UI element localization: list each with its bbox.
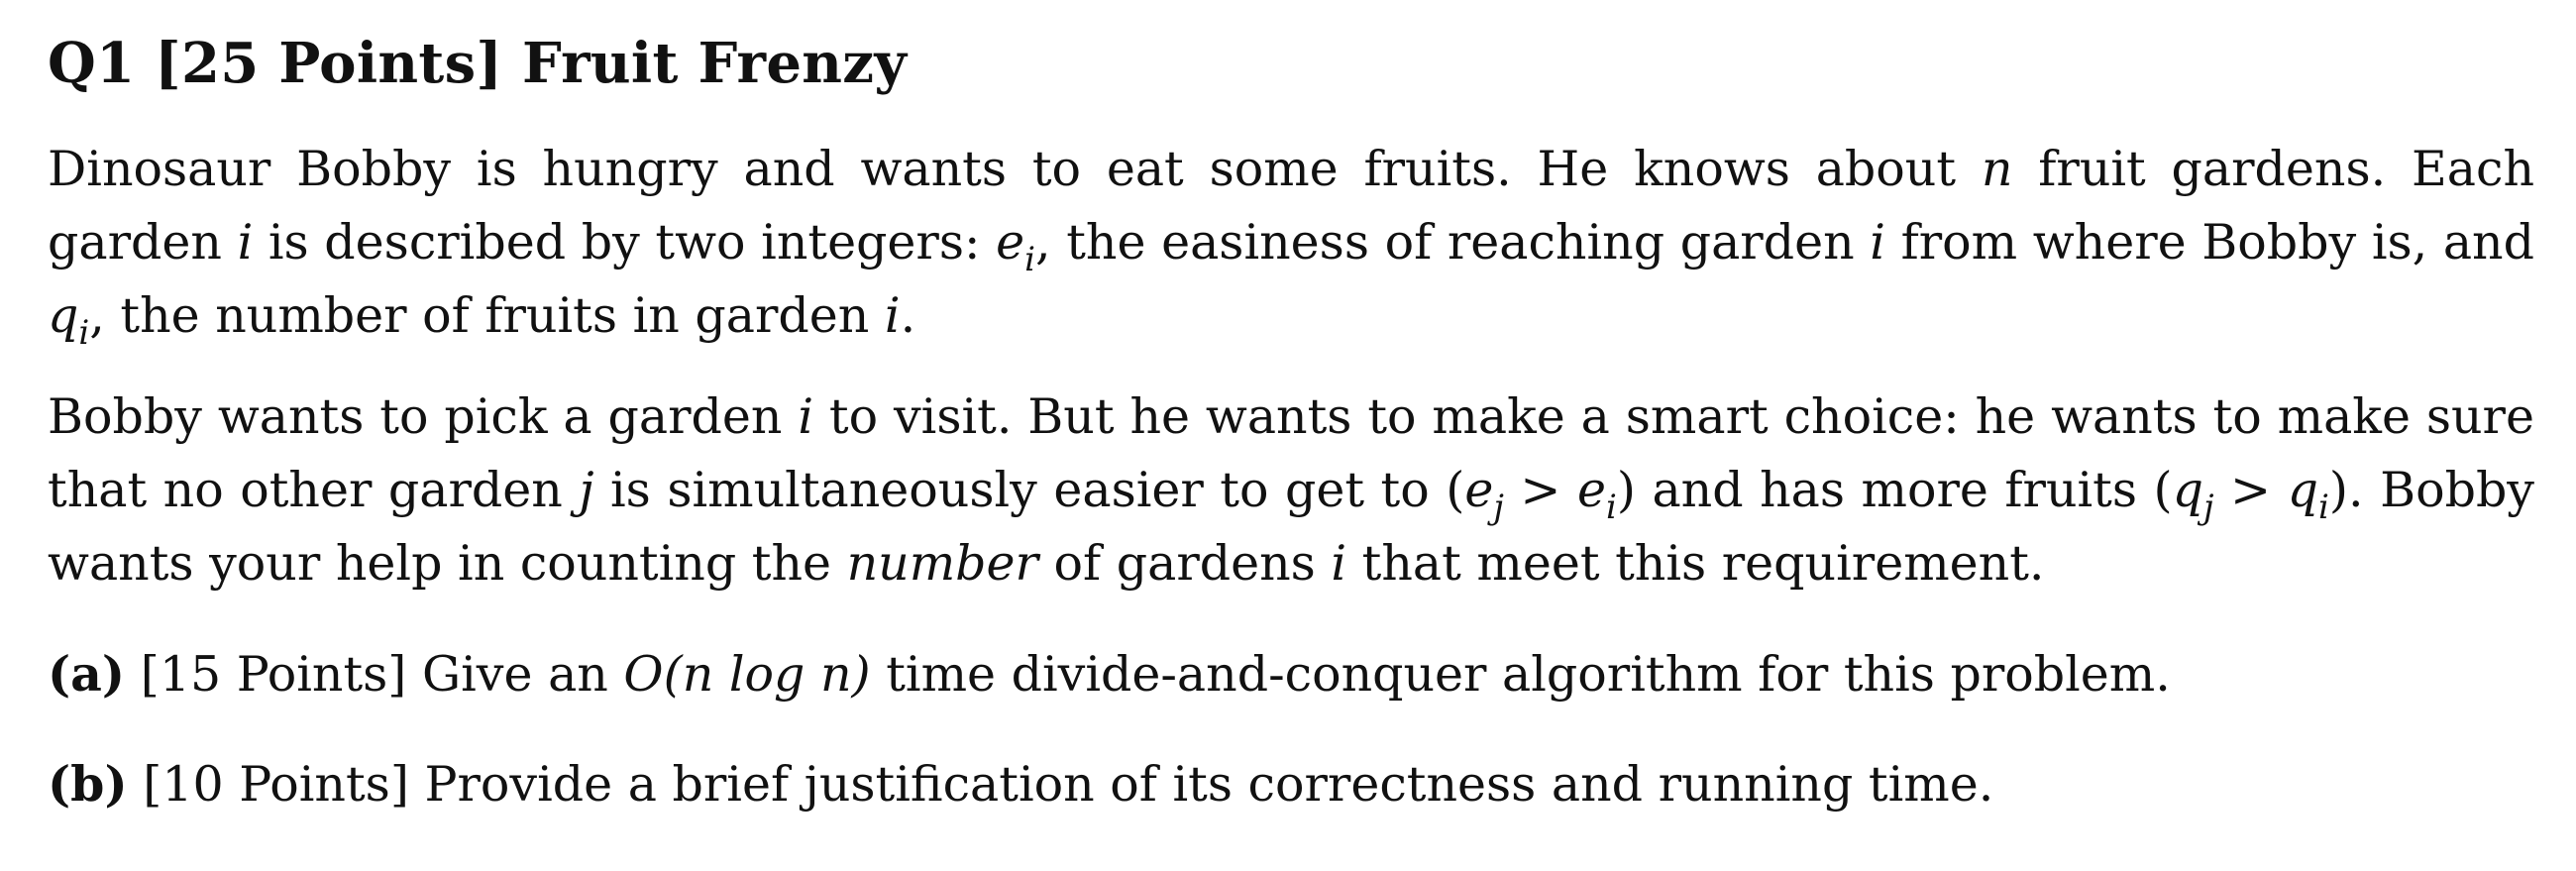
question-points: [25 Points] [155,31,503,96]
math-i: i [1870,214,1885,271]
question-heading: Q1 [25 Points] Fruit Frenzy [48,22,2534,105]
math-e: e [1464,462,1494,518]
text-run: of gardens [1037,535,1332,592]
math-i: i [798,388,813,445]
text-run: is simultaneously easier to get to ( [593,462,1465,518]
math-q: q [48,287,79,344]
text-run: . [900,287,916,344]
text-run: is described by two integers: [253,214,997,271]
question-number: Q1 [48,31,136,96]
part-label: (a) [48,645,126,703]
part-a: (a) [15 Points] Give an O(n log n) time … [48,628,2534,720]
text-run: Provide a brief justification of its cor… [408,756,1994,813]
math-n: n [1981,141,2013,197]
problem-document: Q1 [25 Points] Fruit Frenzy Dinosaur Bob… [48,22,2534,848]
math-i: i [1331,535,1347,592]
part-points: [15 Points] [140,646,407,703]
requirement-paragraph: Bobby wants to pick a garden i to visit.… [48,381,2534,600]
math-subscript: i [2318,488,2329,527]
math-subscript: i [78,313,90,353]
emphasized-word: number [846,535,1038,592]
part-b: (b) [10 Points] Provide a brief justific… [48,738,2534,830]
math-j: j [579,462,594,518]
math-q: q [2287,462,2318,518]
math-i: i [884,287,901,344]
problem-description-paragraph: Dinosaur Bobby is hungry and wants to ea… [48,133,2534,353]
math-subscript: j [2203,488,2214,527]
text-run: from where Bobby is, and [1884,214,2534,271]
text-run: , the number of fruits in garden [89,287,885,344]
math-greater-than: > [2213,462,2288,518]
math-subscript: i [1605,488,1617,527]
part-points: [10 Points] [143,756,409,813]
text-run: time divide-and-conquer algorithm for th… [870,646,2171,703]
text-run: ) and has more fruits ( [1616,462,2173,518]
text-run: Bobby wants to pick a garden [48,388,799,445]
text-run: Give an [406,646,624,703]
math-i: i [237,214,254,271]
math-e: e [996,214,1025,271]
math-complexity: O(n log n) [623,646,871,703]
part-label: (b) [48,755,128,813]
math-subscript: j [1493,488,1504,527]
math-q: q [2172,462,2204,518]
math-subscript: i [1024,240,1036,279]
text-run: that meet this requirement. [1346,535,2045,592]
text-run: , the easiness of reaching garden [1035,214,1871,271]
math-e: e [1576,462,1606,518]
text-run: Dinosaur Bobby is hungry and wants to ea… [48,141,1982,197]
math-greater-than: > [1503,462,1577,518]
question-title: Fruit Frenzy [522,31,908,96]
